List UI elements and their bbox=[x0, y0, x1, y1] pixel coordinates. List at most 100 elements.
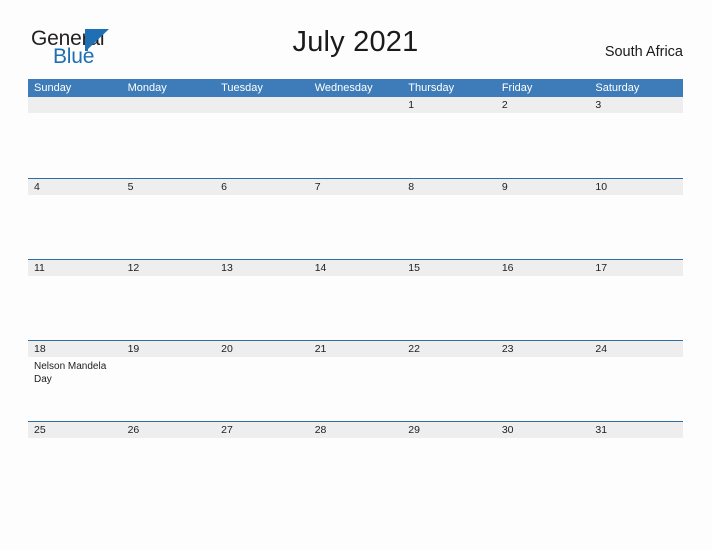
calendar-day-cell[interactable]: 31 bbox=[589, 422, 683, 441]
calendar-day-cell[interactable]: 9 bbox=[496, 179, 590, 198]
day-number: 13 bbox=[221, 262, 233, 274]
day-number: 14 bbox=[314, 262, 327, 274]
calendar-day-cell[interactable]: 7 bbox=[309, 179, 403, 198]
calendar-day-cell[interactable]: 6 bbox=[215, 179, 309, 198]
region-label: South Africa bbox=[604, 44, 683, 60]
day-number: 4 bbox=[34, 181, 40, 193]
calendar-week-row: 25 26 27 28 29 30 31 bbox=[28, 421, 683, 502]
day-number: 23 bbox=[501, 343, 514, 355]
day-events bbox=[128, 357, 216, 360]
day-events bbox=[34, 113, 122, 116]
day-events bbox=[221, 357, 309, 360]
calendar-day-cell[interactable]: 14 bbox=[309, 260, 403, 279]
calendar-day-cell[interactable]: 28 bbox=[309, 422, 403, 441]
calendar-day-cell[interactable]: 26 bbox=[122, 422, 216, 441]
weekday-header-monday: Monday bbox=[127, 82, 167, 94]
day-number: 8 bbox=[408, 181, 415, 193]
day-number: 18 bbox=[34, 343, 46, 355]
calendar-day-cell-empty bbox=[215, 97, 309, 116]
calendar-week-row: 1 2 3 bbox=[28, 97, 683, 178]
weekday-header-wednesday: Wednesday bbox=[314, 82, 373, 94]
day-events bbox=[221, 438, 309, 441]
day-events: Nelson Mandela Day bbox=[34, 357, 122, 386]
week-cells: 11 12 13 14 15 16 17 bbox=[28, 260, 683, 279]
day-number: 16 bbox=[501, 262, 514, 274]
calendar-day-cell[interactable]: 23 bbox=[496, 341, 590, 386]
day-number: 22 bbox=[408, 343, 420, 355]
day-number: 12 bbox=[127, 262, 140, 274]
calendar-day-cell[interactable]: 21 bbox=[309, 341, 403, 386]
day-number: 7 bbox=[314, 181, 321, 193]
calendar-grid: Sunday Monday Tuesday Wednesday Thursday… bbox=[28, 79, 683, 502]
calendar-day-cell[interactable]: 27 bbox=[215, 422, 309, 441]
day-events bbox=[502, 438, 590, 441]
day-events bbox=[34, 276, 122, 279]
day-number: 28 bbox=[314, 424, 327, 436]
day-number: 21 bbox=[314, 343, 327, 355]
day-number: 19 bbox=[127, 343, 140, 355]
day-number: 27 bbox=[221, 424, 233, 436]
day-events bbox=[128, 113, 216, 116]
holiday-label: Nelson Mandela Day bbox=[34, 361, 107, 385]
day-number: 31 bbox=[595, 424, 608, 436]
calendar-day-cell[interactable]: 4 bbox=[28, 179, 122, 198]
calendar-day-cell[interactable]: 20 bbox=[215, 341, 309, 386]
calendar-day-cell[interactable]: 25 bbox=[28, 422, 122, 441]
weekday-header-thursday: Thursday bbox=[408, 82, 455, 94]
calendar-day-cell[interactable]: 3 bbox=[589, 97, 683, 116]
day-events bbox=[408, 276, 496, 279]
day-number: 30 bbox=[501, 424, 514, 436]
day-events bbox=[408, 113, 496, 116]
calendar-week-row: 4 5 6 7 8 9 10 bbox=[28, 178, 683, 259]
calendar-day-cell[interactable]: 13 bbox=[215, 260, 309, 279]
calendar-day-cell[interactable]: 18 Nelson Mandela Day bbox=[28, 341, 122, 386]
calendar-week-row: 18 Nelson Mandela Day 19 20 21 22 23 24 bbox=[28, 340, 683, 421]
page-header: General Blue July 2021 South Africa bbox=[28, 26, 683, 72]
calendar-day-cell[interactable]: 24 bbox=[589, 341, 683, 386]
calendar-day-cell-empty bbox=[122, 97, 216, 116]
calendar-day-cell[interactable]: 1 bbox=[402, 97, 496, 116]
week-cells: 18 Nelson Mandela Day 19 20 21 22 23 24 bbox=[28, 341, 683, 386]
day-number: 15 bbox=[408, 262, 420, 274]
day-number: 1 bbox=[408, 99, 415, 111]
calendar-day-cell[interactable]: 10 bbox=[589, 179, 683, 198]
calendar-day-cell-empty bbox=[28, 97, 122, 116]
calendar-day-cell[interactable]: 19 bbox=[122, 341, 216, 386]
day-events bbox=[595, 195, 683, 198]
day-events bbox=[221, 276, 309, 279]
calendar-day-cell[interactable]: 15 bbox=[402, 260, 496, 279]
day-events bbox=[315, 276, 403, 279]
day-events bbox=[595, 276, 683, 279]
day-number: 26 bbox=[127, 424, 140, 436]
calendar-week-row: 11 12 13 14 15 16 17 bbox=[28, 259, 683, 340]
page-title: July 2021 bbox=[292, 26, 419, 58]
weekday-header-friday: Friday bbox=[501, 82, 533, 94]
day-number: 3 bbox=[595, 99, 602, 111]
day-events bbox=[221, 195, 309, 198]
calendar-day-cell[interactable]: 8 bbox=[402, 179, 496, 198]
calendar-day-cell[interactable]: 5 bbox=[122, 179, 216, 198]
weekday-header-saturday: Saturday bbox=[595, 82, 640, 94]
calendar-day-cell[interactable]: 30 bbox=[496, 422, 590, 441]
day-events bbox=[221, 113, 309, 116]
day-events bbox=[128, 195, 216, 198]
day-events bbox=[315, 113, 403, 116]
day-number: 25 bbox=[34, 424, 46, 436]
calendar-day-cell[interactable]: 2 bbox=[496, 97, 590, 116]
day-events bbox=[502, 357, 590, 360]
day-number: 17 bbox=[595, 262, 608, 274]
calendar-day-cell[interactable]: 16 bbox=[496, 260, 590, 279]
calendar-day-cell[interactable]: 22 bbox=[402, 341, 496, 386]
day-events bbox=[408, 195, 496, 198]
day-events bbox=[34, 195, 122, 198]
day-number: 29 bbox=[408, 424, 420, 436]
week-cells: 25 26 27 28 29 30 31 bbox=[28, 422, 683, 441]
day-number: 2 bbox=[501, 99, 508, 111]
calendar-day-cell[interactable]: 29 bbox=[402, 422, 496, 441]
calendar-day-cell[interactable]: 12 bbox=[122, 260, 216, 279]
calendar-day-cell[interactable]: 17 bbox=[589, 260, 683, 279]
day-number: 24 bbox=[595, 343, 608, 355]
week-cells: 4 5 6 7 8 9 10 bbox=[28, 179, 683, 198]
calendar-day-cell[interactable]: 11 bbox=[28, 260, 122, 279]
day-events bbox=[128, 438, 216, 441]
